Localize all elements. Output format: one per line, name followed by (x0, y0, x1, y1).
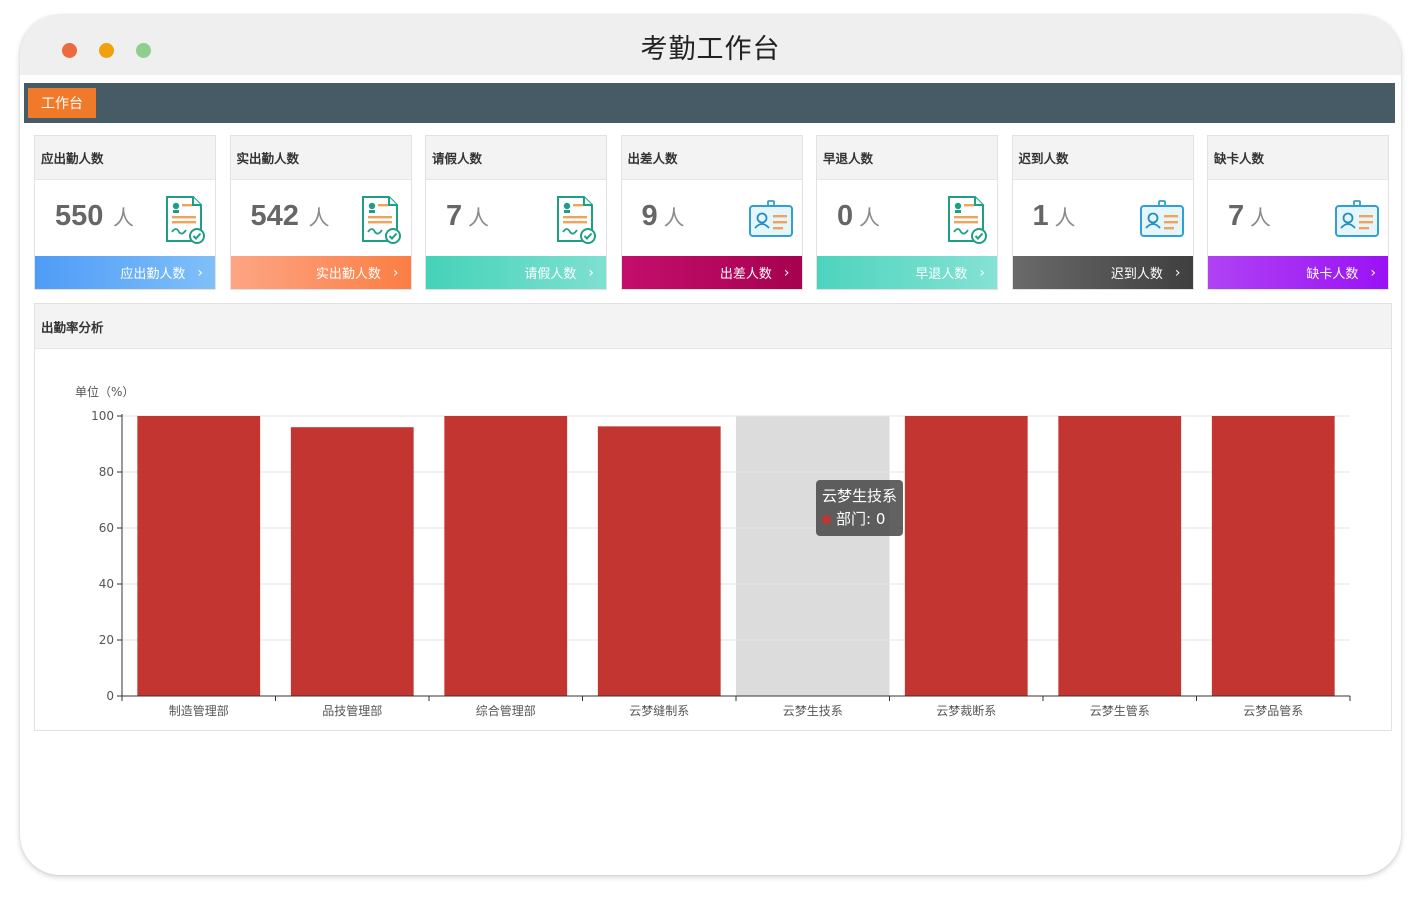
stat-card: 缺卡人数 7 人缺卡人数 › (1207, 135, 1389, 290)
card-link-label: 迟到人数 (1110, 267, 1163, 282)
x-tick-label: 云梦裁断系 (936, 703, 996, 718)
card-body: 0人 (817, 180, 997, 258)
card-count: 0 (837, 200, 854, 232)
card-link-button[interactable]: 早退人数 › (817, 256, 997, 289)
x-tick-label: 制造管理部 (169, 703, 229, 718)
chevron-right-icon: › (1370, 264, 1376, 281)
chevron-right-icon: › (979, 264, 985, 281)
chart-bar (1211, 416, 1335, 696)
x-tick-label: 综合管理部 (476, 703, 536, 718)
card-count: 550 (55, 200, 104, 232)
document-check-icon (552, 195, 598, 245)
chart-bar (904, 416, 1028, 696)
stat-card: 请假人数 7 人请假人数 › (425, 135, 607, 290)
y-tick-label: 40 (99, 577, 114, 591)
card-unit: 人 (468, 206, 489, 230)
attendance-rate-panel: 出勤率分析 单位（%） 0 20 40 60 80 100 制造管理部 品技管理部 综合管理部 云梦… (34, 303, 1392, 731)
chart-bar (290, 427, 414, 696)
y-axis-label: 单位（%） (75, 384, 134, 399)
chart-bar (1058, 416, 1182, 696)
card-title: 缺卡人数 (1208, 136, 1388, 180)
card-count: 7 (446, 200, 463, 232)
card-link-button[interactable]: 缺卡人数 › (1208, 256, 1388, 289)
card-link-button[interactable]: 应出勤人数 › (35, 256, 215, 289)
chevron-right-icon: › (588, 264, 594, 281)
card-link-button[interactable]: 出差人数 › (621, 256, 802, 289)
card-count: 542 (250, 200, 299, 232)
card-title: 请假人数 (426, 136, 606, 180)
document-check-icon (357, 195, 403, 245)
chart-bar (444, 416, 568, 696)
tooltip-label: 部门: 0 (836, 510, 886, 528)
card-link-label: 请假人数 (524, 267, 577, 282)
card-title: 出差人数 (621, 136, 802, 180)
stat-card: 迟到人数 1 人迟到人数 › (1011, 135, 1194, 290)
y-tick-label: 100 (91, 409, 114, 423)
chevron-right-icon: › (1174, 264, 1181, 281)
y-tick-label: 20 (99, 633, 114, 647)
card-link-label: 应出勤人数 (120, 267, 186, 282)
chart-bar (597, 426, 721, 696)
card-unit: 人 (1250, 206, 1271, 230)
tooltip-title: 云梦生技系 (822, 487, 898, 505)
attendance-rate-chart[interactable]: 单位（%） 0 20 40 60 80 100 制造管理部 品技管理部 综合管理部 云梦缝制系 云梦生… (35, 304, 1391, 730)
card-body: 542 人 (231, 180, 411, 258)
series-dot-icon (822, 515, 831, 524)
card-link-label: 缺卡人数 (1306, 267, 1359, 282)
title-bar: 考勤工作台 (20, 15, 1401, 75)
stat-card: 应出勤人数 550 人应出勤人数 › (34, 135, 216, 290)
id-card-icon (748, 195, 794, 245)
card-link-label: 出差人数 (719, 267, 772, 282)
y-tick-label: 0 (106, 689, 114, 703)
card-unit: 人 (308, 206, 330, 230)
window-title: 考勤工作台 (640, 34, 781, 65)
card-unit: 人 (1054, 206, 1076, 230)
chart-bar (137, 416, 261, 696)
card-unit: 人 (859, 206, 880, 230)
hover-highlight (736, 416, 890, 696)
card-link-button[interactable]: 迟到人数 › (1012, 256, 1193, 289)
card-title: 迟到人数 (1012, 136, 1193, 180)
stat-card: 早退人数 0 人早退人数 › (816, 135, 998, 290)
card-link-button[interactable]: 请假人数 › (426, 256, 606, 289)
chevron-right-icon: › (392, 264, 399, 281)
x-tick-label: 云梦生技系 (783, 704, 843, 718)
y-tick-label: 80 (99, 465, 114, 479)
card-count: 9 (641, 200, 658, 232)
card-body: 7人 (1208, 180, 1388, 258)
card-title: 应出勤人数 (35, 136, 215, 180)
stat-card: 出差人数 9 人出差人数 › (620, 135, 803, 290)
card-link-button[interactable]: 实出勤人数 › (230, 256, 411, 289)
x-tick-label: 云梦品管系 (1243, 703, 1303, 718)
id-card-icon (1139, 195, 1185, 245)
card-link-label: 早退人数 (915, 267, 968, 282)
chevron-right-icon: › (197, 264, 203, 281)
document-check-icon (943, 195, 989, 245)
card-body: 9人 (622, 180, 802, 258)
card-unit: 人 (113, 206, 134, 230)
id-card-icon (1334, 195, 1380, 245)
card-count: 1 (1032, 200, 1049, 232)
card-body: 1人 (1013, 180, 1193, 258)
card-body: 550 人 (35, 180, 215, 258)
card-body: 7人 (426, 180, 606, 258)
card-count: 7 (1228, 200, 1245, 232)
chart-tooltip: 云梦生技系 部门: 0 (816, 480, 904, 536)
card-link-label: 实出勤人数 (315, 267, 381, 282)
stat-card: 实出勤人数 542 人实出勤人数 › (229, 135, 412, 290)
card-title: 早退人数 (817, 136, 997, 180)
card-unit: 人 (663, 206, 685, 230)
x-tick-label: 云梦生管系 (1090, 703, 1150, 718)
app-window: 考勤工作台 工作台 应出勤人数 550 人应出勤人数 › 实出勤人数 542 人实出勤人数 ›… (20, 15, 1401, 875)
tooltip-row: 部门: 0 (822, 508, 897, 531)
document-check-icon (161, 195, 207, 245)
card-title: 实出勤人数 (230, 136, 411, 180)
tab-workbench[interactable]: 工作台 (28, 88, 96, 118)
x-tick-label: 云梦缝制系 (629, 703, 689, 718)
top-nav-bar: 工作台 (24, 83, 1395, 123)
y-tick-label: 60 (99, 521, 114, 535)
x-tick-label: 品技管理部 (322, 703, 382, 718)
chevron-right-icon: › (783, 264, 790, 281)
